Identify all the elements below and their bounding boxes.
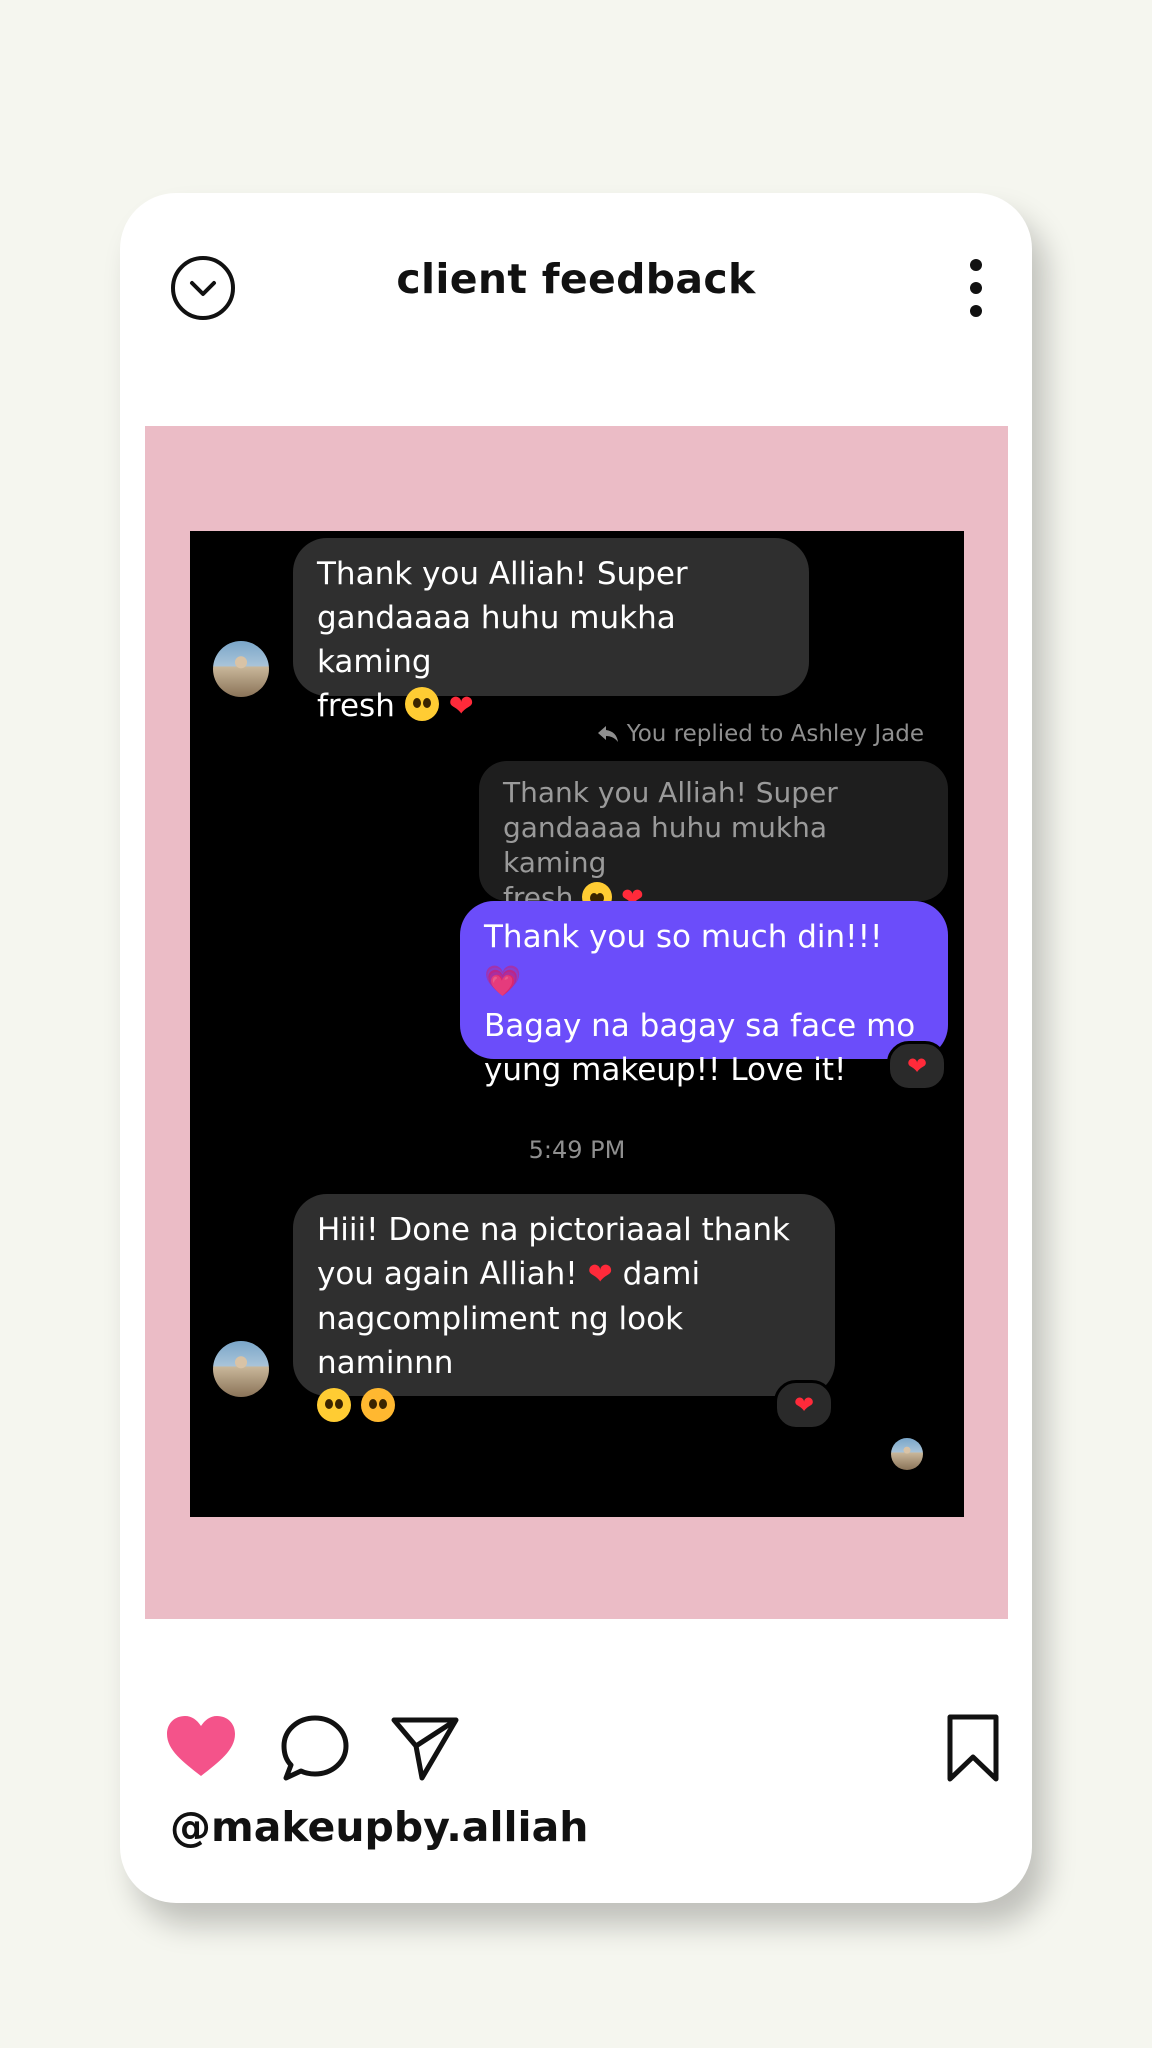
reply-note: You replied to Ashley Jade <box>597 721 924 747</box>
comment-icon[interactable] <box>280 1714 350 1784</box>
heart-emoji: ❤ <box>448 689 474 724</box>
message-line: Hiii! Done na pictoriaaal thank <box>317 1212 791 1248</box>
heart-emoji: ❤ <box>587 1257 613 1292</box>
quote-line: gandaaaa huhu mukha kaming <box>503 811 828 879</box>
pleading-face-icon <box>317 1388 351 1422</box>
pleading-face-icon <box>404 687 439 721</box>
heart-icon[interactable] <box>165 1714 237 1778</box>
message-line <box>317 1385 811 1429</box>
smiling-face-with-hearts-icon <box>360 1388 395 1422</box>
reply-arrow-icon <box>597 726 618 742</box>
heart-emoji: ❤ <box>793 1391 815 1419</box>
chat-bubble-received: Hiii! Done na pictoriaaal thank you agai… <box>293 1194 835 1422</box>
post-image-frame: Thank you Alliah! Super gandaaaa huhu mu… <box>145 426 1008 1619</box>
message-line: you again Alliah! ❤ dami <box>317 1252 811 1297</box>
message-line: nagcompliment ng look naminnn <box>317 1301 684 1381</box>
quoted-message: Thank you Alliah! Super gandaaaa huhu mu… <box>479 761 948 914</box>
seen-avatar <box>891 1438 923 1470</box>
message-text: dami <box>622 1256 701 1292</box>
quote-line: Thank you Alliah! Super <box>503 776 838 809</box>
message-line: Thank you Alliah! Super <box>317 556 688 592</box>
timestamp: 5:49 PM <box>528 1136 626 1164</box>
chat-bubble-received: Thank you Alliah! Super gandaaaa huhu mu… <box>293 538 809 724</box>
bookmark-icon[interactable] <box>946 1713 1000 1783</box>
send-icon[interactable] <box>390 1716 460 1782</box>
account-handle[interactable]: @makeupby.alliah <box>170 1803 588 1851</box>
avatar <box>213 641 269 697</box>
message-line: yung makeup!! Love it! <box>484 1052 847 1088</box>
chat-screenshot: Thank you Alliah! Super gandaaaa huhu mu… <box>190 531 964 1517</box>
more-vertical-icon[interactable] <box>966 257 986 319</box>
post-title: client feedback <box>396 255 756 303</box>
chat-bubble-sent: Thank you so much din!!! 💗 Bagay na baga… <box>460 901 948 1088</box>
avatar <box>213 1341 269 1397</box>
reply-note-text: You replied to Ashley Jade <box>626 721 924 747</box>
heart-reaction[interactable]: ❤ <box>887 1041 947 1091</box>
message-text: Thank you so much din!!! <box>484 919 883 955</box>
message-line: gandaaaa huhu mukha kaming <box>317 600 676 680</box>
message-text: you again Alliah! <box>317 1256 578 1292</box>
heart-emoji: ❤ <box>906 1052 928 1080</box>
post-card: client feedback Thank you Alliah! Super … <box>120 193 1032 1903</box>
message-line: Thank you so much din!!! 💗 <box>484 915 924 1004</box>
sparkling-heart-emoji: 💗 <box>484 964 522 999</box>
heart-reaction[interactable]: ❤ <box>774 1380 834 1430</box>
message-text: fresh <box>317 688 395 724</box>
message-line: Bagay na bagay sa face mo <box>484 1008 916 1044</box>
